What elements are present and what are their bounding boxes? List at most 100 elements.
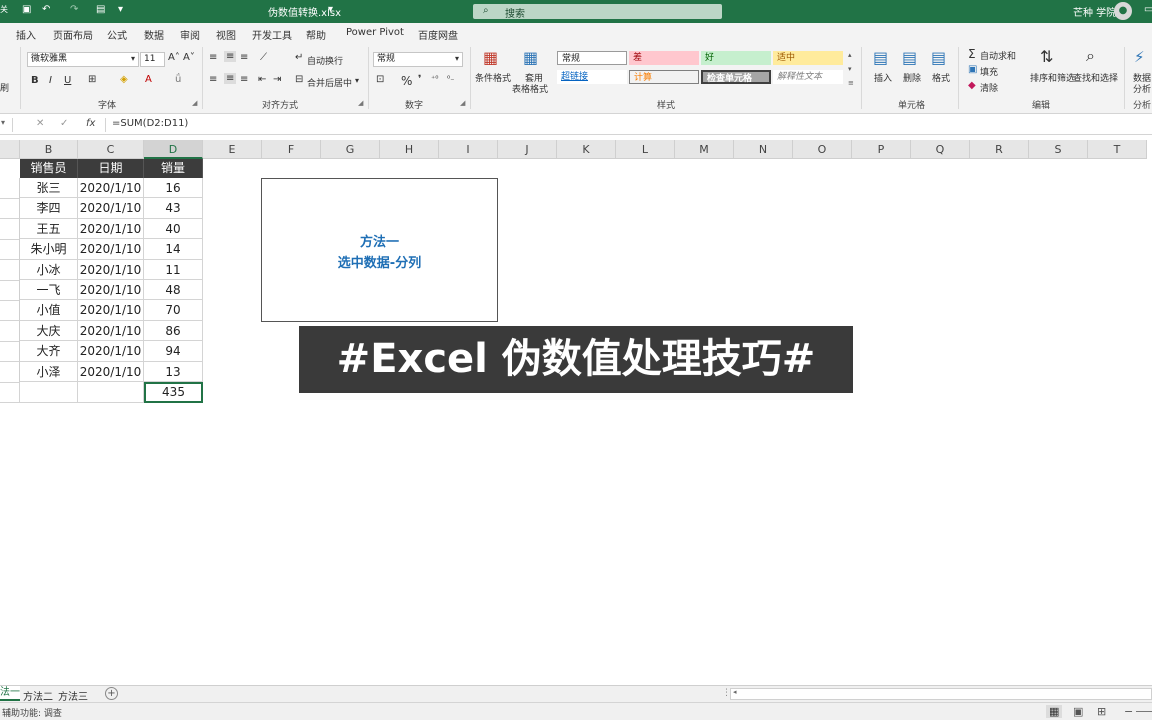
method-text-box[interactable]: 方法一 选中数据-分列	[261, 178, 498, 322]
delete-cells-button[interactable]: 删除	[903, 71, 921, 84]
column-header-g[interactable]: G	[321, 140, 380, 159]
gallery-up-icon[interactable]: ▴	[848, 51, 852, 59]
tab-baidu-netdisk[interactable]: 百度网盘	[418, 27, 458, 42]
fill-color-icon[interactable]: ◈	[120, 74, 128, 85]
cell-style-0[interactable]: 常规	[557, 51, 627, 65]
table-cell[interactable]: 小泽	[20, 361, 78, 382]
dialog-launcher-icon[interactable]: ◢	[460, 99, 465, 107]
row-header-cell[interactable]	[0, 341, 20, 363]
row-header-cell[interactable]	[0, 178, 20, 199]
column-header-s[interactable]: S	[1029, 140, 1088, 159]
table-cell[interactable]: 14	[144, 239, 203, 260]
table-format-button-line2[interactable]: 表格格式	[512, 82, 548, 95]
underline-icon[interactable]: U	[64, 75, 71, 86]
table-cell[interactable]: 2020/1/10	[78, 178, 144, 199]
font-size-select[interactable]: 11	[140, 52, 165, 67]
zoom-out-icon[interactable]: −	[1124, 705, 1133, 718]
customize-qat-icon[interactable]: ▾	[118, 4, 123, 15]
table-header-cell[interactable]: 销量	[144, 159, 203, 178]
decrease-indent-icon[interactable]: ⇤	[258, 74, 266, 85]
empty-cell[interactable]	[78, 382, 144, 403]
tab-data[interactable]: 数据	[144, 27, 164, 42]
tab-developer[interactable]: 开发工具	[252, 27, 292, 42]
gallery-more-icon[interactable]: ≡	[848, 79, 854, 87]
decrease-decimal-icon[interactable]: ⁰₋	[447, 74, 454, 83]
number-format-select[interactable]: 常规	[373, 52, 463, 67]
currency-icon[interactable]: ⊡	[376, 74, 384, 85]
table-cell[interactable]: 16	[144, 178, 203, 199]
table-cell[interactable]: 朱小明	[20, 239, 78, 260]
sheet-tab-method2[interactable]: 方法二	[23, 688, 53, 703]
align-left-icon[interactable]: ≡	[209, 74, 217, 85]
table-header-cell[interactable]: 销售员	[20, 159, 78, 178]
table-cell[interactable]: 张三	[20, 178, 78, 199]
table-cell[interactable]: 小值	[20, 300, 78, 321]
normal-view-icon[interactable]: ▦	[1046, 705, 1063, 718]
row-header-cell[interactable]	[0, 280, 20, 301]
cancel-icon[interactable]: ✕	[36, 118, 44, 129]
table-cell[interactable]: 40	[144, 218, 203, 240]
column-header-l[interactable]: L	[616, 140, 675, 159]
name-box-chevron-icon[interactable]: ▾	[1, 118, 5, 127]
border-icon[interactable]: ⊞	[88, 74, 96, 85]
column-header-f[interactable]: F	[262, 140, 321, 159]
formula-input[interactable]: =SUM(D2:D11)	[112, 118, 188, 129]
increase-decimal-icon[interactable]: ⁺⁰	[431, 74, 438, 83]
column-header-q[interactable]: Q	[911, 140, 970, 159]
autosum-button[interactable]: 自动求和	[980, 49, 1016, 62]
sheet-tab-method1[interactable]: 法一	[0, 686, 20, 701]
row-header-cell[interactable]	[0, 361, 20, 383]
worksheet-grid[interactable]: BCDEFGHIJKLMNOPQRST 销售员 日期 销量 张三 2020/1/10 16…	[0, 140, 1152, 685]
add-sheet-icon[interactable]: +	[105, 687, 118, 700]
confirm-icon[interactable]: ✓	[60, 118, 68, 129]
find-select-button[interactable]: 查找和选择	[1073, 71, 1118, 84]
tab-formulas[interactable]: 公式	[107, 27, 127, 42]
table-cell[interactable]: 2020/1/10	[78, 259, 144, 280]
table-cell[interactable]: 大齐	[20, 341, 78, 362]
comma-icon[interactable]: ❜	[418, 74, 421, 85]
column-header-h[interactable]: H	[380, 140, 439, 159]
bold-icon[interactable]: B	[31, 75, 39, 86]
align-right-icon[interactable]: ≡	[240, 74, 248, 85]
autosave-toggle[interactable]: 关	[0, 4, 8, 15]
table-cell[interactable]: 李四	[20, 198, 78, 219]
row-header-cell[interactable]	[0, 218, 20, 240]
table-cell[interactable]: 2020/1/10	[78, 280, 144, 301]
column-header-c[interactable]: C	[78, 140, 144, 159]
horizontal-scrollbar[interactable]: ◂	[730, 688, 1152, 700]
total-cell-selected[interactable]: 435	[144, 382, 203, 403]
table-cell[interactable]: 2020/1/10	[78, 361, 144, 382]
table-cell[interactable]: 86	[144, 320, 203, 342]
cell-style-7[interactable]: 解释性文本	[773, 70, 843, 84]
align-bottom-icon[interactable]: ≡	[240, 52, 248, 63]
form-icon[interactable]: ▤	[96, 4, 105, 15]
tab-help[interactable]: 帮助	[306, 27, 326, 42]
sheet-tab-method3[interactable]: 方法三	[58, 688, 88, 703]
table-cell[interactable]: 94	[144, 341, 203, 362]
merge-center-button[interactable]: 合并后居中	[307, 76, 352, 89]
search-box[interactable]: ⌕ 搜索	[473, 4, 722, 20]
font-color-icon[interactable]: A	[145, 74, 152, 85]
table-cell[interactable]: 2020/1/10	[78, 218, 144, 240]
column-header-e[interactable]: E	[203, 140, 262, 159]
cell-style-3[interactable]: 适中	[773, 51, 843, 65]
table-cell[interactable]: 48	[144, 280, 203, 301]
table-cell[interactable]: 小冰	[20, 259, 78, 280]
table-cell[interactable]: 一飞	[20, 280, 78, 301]
insert-function-icon[interactable]: fx	[86, 118, 95, 129]
row-header-cell[interactable]	[0, 198, 20, 220]
chevron-down-icon[interactable]: ▾	[131, 54, 135, 63]
conditional-format-button[interactable]: 条件格式	[475, 71, 511, 84]
analyze-data-button-line2[interactable]: 分析	[1133, 82, 1151, 95]
row-header-cell[interactable]	[0, 259, 20, 281]
tab-page-layout[interactable]: 页面布局	[53, 27, 93, 42]
sort-filter-button[interactable]: 排序和筛选	[1030, 71, 1075, 84]
column-header-b[interactable]: B	[20, 140, 78, 159]
page-break-view-icon[interactable]: ⊞	[1097, 705, 1106, 718]
empty-cell[interactable]	[20, 382, 78, 403]
insert-cells-button[interactable]: 插入	[874, 71, 892, 84]
row-header-cell[interactable]	[0, 239, 20, 261]
clear-button[interactable]: 清除	[980, 81, 998, 94]
table-cell[interactable]: 2020/1/10	[78, 300, 144, 321]
column-header-n[interactable]: N	[734, 140, 793, 159]
